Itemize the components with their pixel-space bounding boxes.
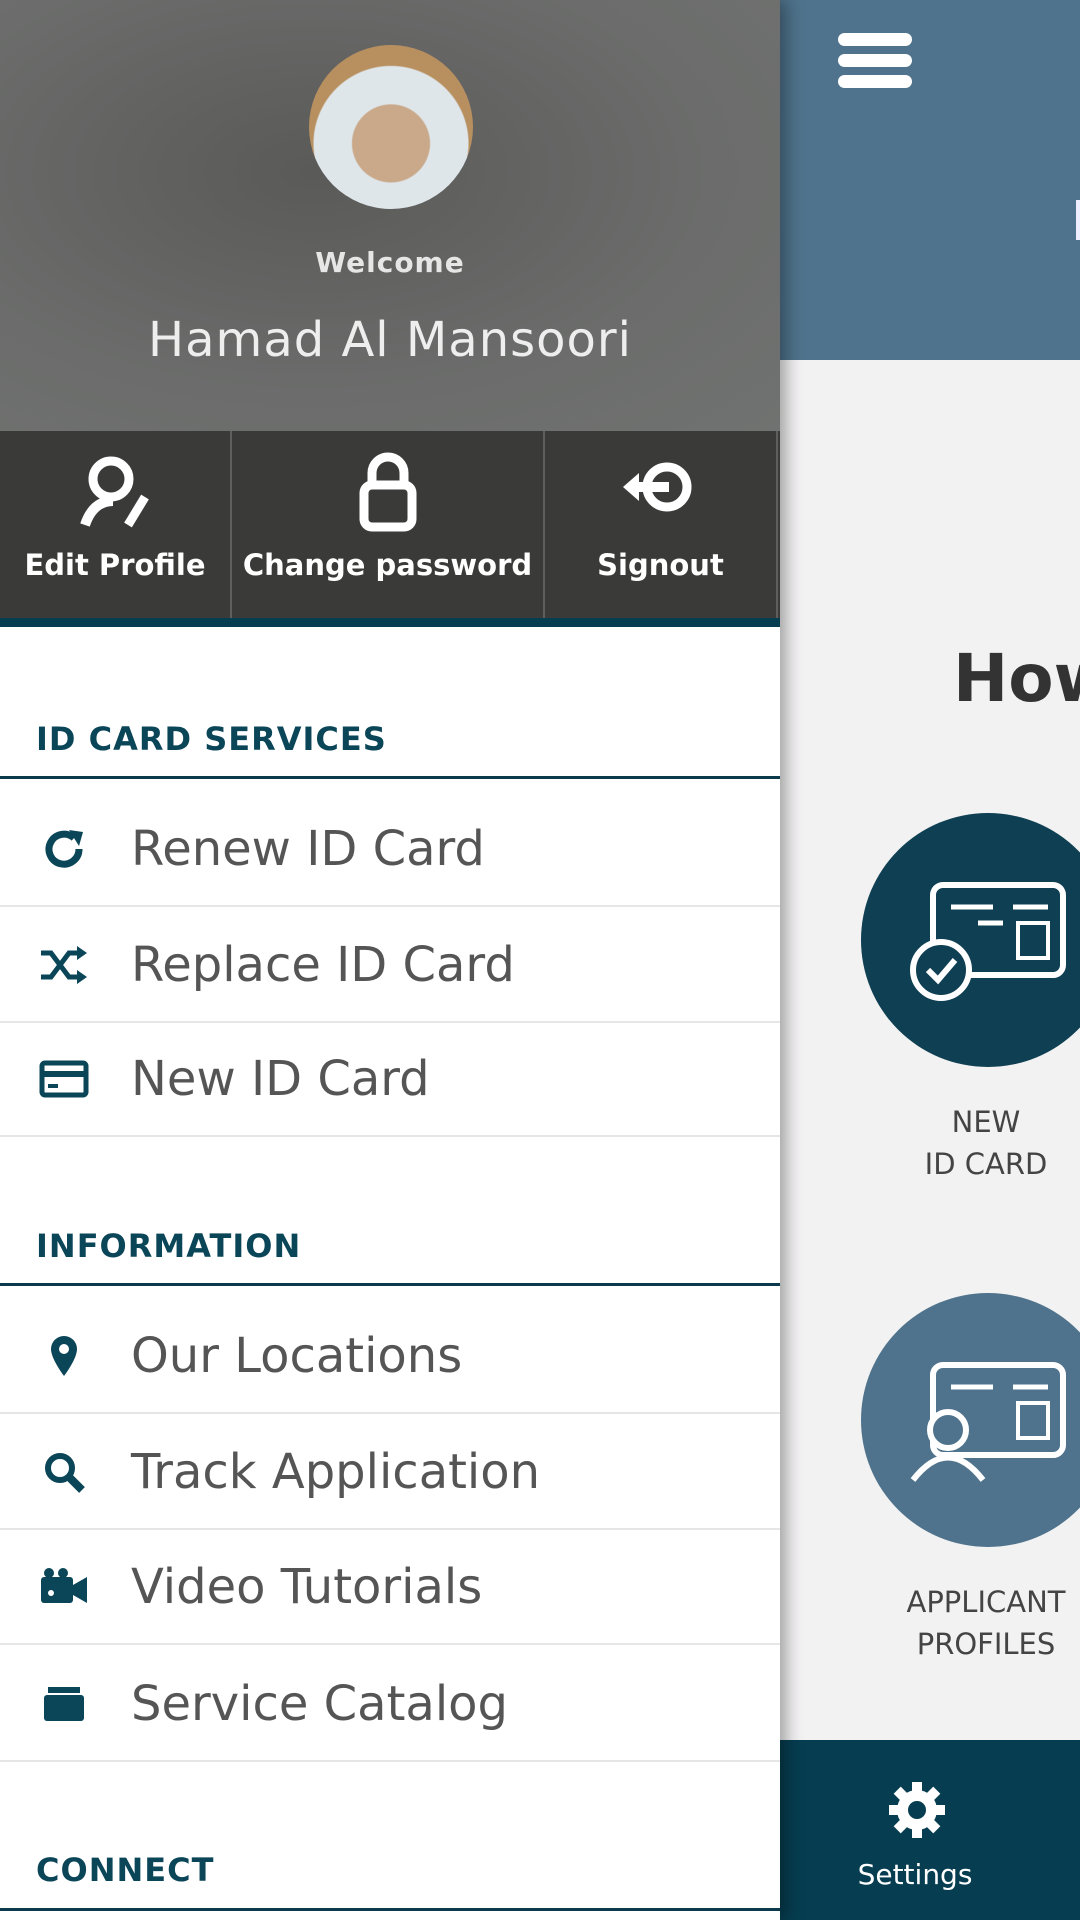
main-content: How NEWID CARD APPLICANTPROFILES Setting… xyxy=(780,0,1080,1920)
menu-item-video-tutorials[interactable]: Video Tutorials xyxy=(0,1531,780,1645)
welcome-text: Welcome xyxy=(315,246,465,279)
app-header xyxy=(780,0,1080,360)
settings-label: Settings xyxy=(857,1858,973,1891)
lock-icon xyxy=(359,452,416,532)
profile-header: Welcome Hamad Al Mansoori xyxy=(0,0,780,431)
id-card-check-icon xyxy=(910,882,1066,1001)
applicant-profiles-button[interactable] xyxy=(861,1293,1080,1547)
folder-icon xyxy=(43,1687,84,1721)
header-title-fragment xyxy=(1076,200,1080,240)
section-divider xyxy=(0,776,780,779)
menu-item-our-locations[interactable]: Our Locations xyxy=(0,1300,780,1414)
video-camera-icon xyxy=(40,1568,87,1603)
user-edit-icon xyxy=(80,456,149,528)
menu-item-replace-id-card[interactable]: Replace ID Card xyxy=(0,909,780,1023)
section-information: INFORMATION xyxy=(36,1227,302,1265)
gear-icon xyxy=(889,1782,945,1838)
menu-item-track-application[interactable]: Track Application xyxy=(0,1416,780,1530)
navigation-drawer: Welcome Hamad Al Mansoori Edit Profile C… xyxy=(0,0,780,1920)
avatar[interactable] xyxy=(309,45,473,209)
new-id-card-button[interactable] xyxy=(861,813,1080,1067)
map-pin-icon xyxy=(50,1336,77,1376)
signout-button[interactable]: Signout xyxy=(545,431,778,618)
bottom-nav: Settings xyxy=(780,1740,1080,1920)
change-password-label: Change password xyxy=(242,548,533,582)
user-name: Hamad Al Mansoori xyxy=(148,312,632,368)
edit-profile-button[interactable]: Edit Profile xyxy=(0,431,232,618)
id-card-user-icon xyxy=(910,1362,1066,1482)
menu-item-new-id-card[interactable]: New ID Card xyxy=(0,1023,780,1137)
main-heading: How xyxy=(953,640,1080,717)
search-icon xyxy=(44,1453,85,1493)
section-divider xyxy=(0,1283,780,1286)
divider xyxy=(0,618,780,627)
shuffle-icon xyxy=(40,946,87,984)
profile-actions: Edit Profile Change password Signout xyxy=(0,431,780,618)
refresh-icon xyxy=(45,830,83,868)
section-connect: CONNECT xyxy=(36,1851,215,1889)
section-id-card-services: ID CARD SERVICES xyxy=(36,720,387,758)
new-id-card-label: NEW ID CARD xyxy=(924,1105,1048,1181)
edit-profile-label: Edit Profile xyxy=(24,548,206,582)
credit-card-icon xyxy=(39,1060,88,1098)
section-divider xyxy=(0,1908,780,1911)
applicant-profiles-label: APPLICANT PROFILES xyxy=(906,1585,1066,1661)
signout-label: Signout xyxy=(597,548,724,582)
signout-icon xyxy=(622,462,691,512)
hamburger-menu-icon[interactable] xyxy=(838,33,912,88)
menu-item-service-catalog[interactable]: Service Catalog xyxy=(0,1648,780,1762)
change-password-button[interactable]: Change password xyxy=(232,431,545,618)
menu-item-renew-id-card[interactable]: Renew ID Card xyxy=(0,793,780,907)
